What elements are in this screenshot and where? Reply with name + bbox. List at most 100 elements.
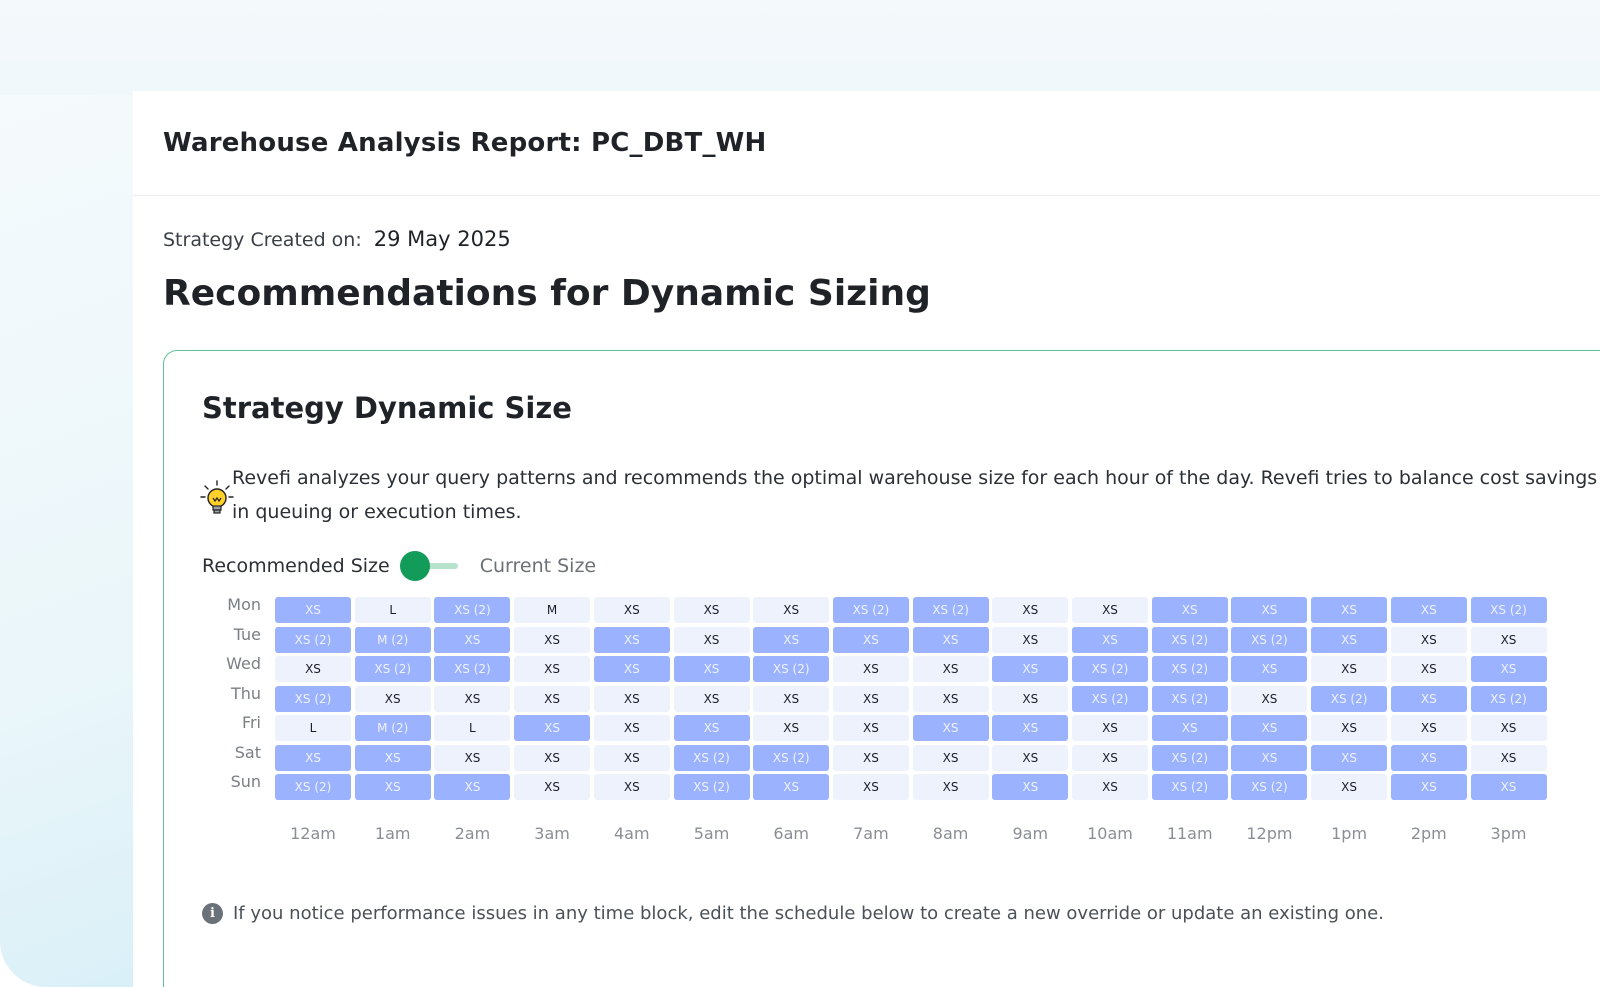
schedule-cell[interactable]: XS <box>753 774 830 800</box>
size-toggle-switch[interactable] <box>399 551 460 581</box>
schedule-cell[interactable]: XS (2) <box>1311 685 1388 712</box>
schedule-cell[interactable]: XS <box>1311 626 1388 653</box>
schedule-cell[interactable]: M (2) <box>354 715 431 741</box>
schedule-cell[interactable]: XS (2) <box>275 685 351 712</box>
schedule-cell[interactable]: XS (2) <box>1151 656 1228 682</box>
schedule-cell[interactable]: XS <box>1390 656 1467 682</box>
schedule-cell[interactable]: XS <box>1470 774 1547 800</box>
schedule-cell[interactable]: XS <box>1072 597 1148 623</box>
schedule-cell[interactable]: M (2) <box>354 626 431 653</box>
schedule-cell[interactable]: XS <box>1470 656 1547 682</box>
schedule-cell[interactable]: XS <box>275 744 351 771</box>
schedule-cell[interactable]: XS <box>434 774 511 800</box>
schedule-cell[interactable]: XS <box>992 744 1069 771</box>
schedule-cell[interactable]: XS (2) <box>673 744 750 771</box>
schedule-cell[interactable]: XS <box>514 656 591 682</box>
schedule-cell[interactable]: XS <box>593 597 670 623</box>
schedule-cell[interactable]: XS <box>1311 774 1388 800</box>
schedule-cell[interactable]: XS (2) <box>1151 626 1228 653</box>
current-size-label[interactable]: Current Size <box>480 555 596 577</box>
schedule-cell[interactable]: XS (2) <box>1470 685 1547 712</box>
schedule-cell[interactable]: XS <box>1072 715 1148 741</box>
schedule-cell[interactable]: XS <box>673 597 750 623</box>
schedule-cell[interactable]: XS (2) <box>753 656 830 682</box>
schedule-cell[interactable]: XS <box>1470 715 1547 741</box>
schedule-cell[interactable]: XS <box>912 774 989 800</box>
schedule-cell[interactable]: XS <box>593 744 670 771</box>
schedule-cell[interactable]: XS <box>992 685 1069 712</box>
schedule-cell[interactable]: XS <box>1231 656 1308 682</box>
schedule-cell[interactable]: XS <box>912 715 989 741</box>
schedule-cell[interactable]: XS <box>753 715 830 741</box>
schedule-cell[interactable]: XS <box>1231 597 1308 623</box>
schedule-cell[interactable]: XS <box>992 774 1069 800</box>
schedule-cell[interactable]: XS <box>434 744 511 771</box>
schedule-cell[interactable]: XS <box>275 656 351 682</box>
schedule-cell[interactable]: XS <box>1390 715 1467 741</box>
schedule-cell[interactable]: XS <box>992 656 1069 682</box>
schedule-cell[interactable]: XS <box>753 626 830 653</box>
schedule-cell[interactable]: XS <box>514 744 591 771</box>
schedule-cell[interactable]: XS <box>992 597 1069 623</box>
schedule-cell[interactable]: XS <box>593 685 670 712</box>
schedule-cell[interactable]: XS <box>912 626 989 653</box>
schedule-cell[interactable]: XS <box>1390 685 1467 712</box>
schedule-cell[interactable]: XS <box>832 774 909 800</box>
schedule-cell[interactable]: XS <box>1072 774 1148 800</box>
recommended-size-label[interactable]: Recommended Size <box>202 555 390 577</box>
schedule-cell[interactable]: XS (2) <box>832 597 909 623</box>
schedule-cell[interactable]: XS <box>434 626 511 653</box>
schedule-cell[interactable]: XS <box>992 715 1069 741</box>
schedule-cell[interactable]: XS (2) <box>275 626 351 653</box>
schedule-cell[interactable]: XS <box>1390 626 1467 653</box>
schedule-cell[interactable]: XS (2) <box>434 656 511 682</box>
schedule-cell[interactable]: L <box>275 715 351 741</box>
schedule-cell[interactable]: XS (2) <box>1231 626 1308 653</box>
schedule-cell[interactable]: XS <box>1470 744 1547 771</box>
schedule-cell[interactable]: XS <box>832 715 909 741</box>
schedule-cell[interactable]: XS <box>514 715 591 741</box>
schedule-cell[interactable]: XS <box>1470 626 1547 653</box>
schedule-cell[interactable]: XS <box>992 626 1069 653</box>
schedule-cell[interactable]: XS <box>275 597 351 623</box>
schedule-cell[interactable]: XS <box>514 774 591 800</box>
schedule-cell[interactable]: XS <box>1311 744 1388 771</box>
schedule-cell[interactable]: XS <box>912 656 989 682</box>
schedule-cell[interactable]: XS <box>593 656 670 682</box>
schedule-cell[interactable]: XS <box>1072 626 1148 653</box>
toggle-knob[interactable] <box>399 551 430 581</box>
schedule-cell[interactable]: XS <box>832 626 909 653</box>
schedule-cell[interactable]: XS <box>514 626 591 653</box>
schedule-cell[interactable]: XS <box>673 656 750 682</box>
schedule-cell[interactable]: XS <box>1231 685 1308 712</box>
schedule-cell[interactable]: XS <box>673 626 750 653</box>
schedule-cell[interactable]: XS <box>673 685 750 712</box>
schedule-cell[interactable]: XS <box>593 715 670 741</box>
schedule-cell[interactable]: XS <box>912 744 989 771</box>
schedule-cell[interactable]: XS (2) <box>1231 774 1308 800</box>
schedule-cell[interactable]: XS <box>354 744 431 771</box>
schedule-cell[interactable]: XS (2) <box>275 774 351 800</box>
schedule-cell[interactable]: XS (2) <box>1151 685 1228 712</box>
schedule-cell[interactable]: XS <box>1231 744 1308 771</box>
schedule-cell[interactable]: XS <box>434 685 511 712</box>
schedule-cell[interactable]: XS <box>354 774 431 800</box>
schedule-cell[interactable]: XS (2) <box>1072 685 1148 712</box>
schedule-cell[interactable]: L <box>434 715 511 741</box>
schedule-cell[interactable]: XS <box>832 744 909 771</box>
schedule-cell[interactable]: XS <box>1311 656 1388 682</box>
schedule-cell[interactable]: XS (2) <box>1151 774 1228 800</box>
schedule-cell[interactable]: XS <box>1231 715 1308 741</box>
schedule-cell[interactable]: XS <box>1390 744 1467 771</box>
schedule-cell[interactable]: XS (2) <box>1072 656 1148 682</box>
schedule-cell[interactable]: XS <box>354 685 431 712</box>
schedule-cell[interactable]: XS <box>1311 597 1388 623</box>
schedule-cell[interactable]: XS (2) <box>434 597 511 623</box>
schedule-cell[interactable]: XS (2) <box>1470 597 1547 623</box>
schedule-cell[interactable]: XS <box>514 685 591 712</box>
schedule-cell[interactable]: XS <box>753 597 830 623</box>
schedule-cell[interactable]: XS (2) <box>753 744 830 771</box>
schedule-cell[interactable]: XS (2) <box>912 597 989 623</box>
schedule-cell[interactable]: XS <box>1151 715 1228 741</box>
schedule-cell[interactable]: XS (2) <box>1151 744 1228 771</box>
